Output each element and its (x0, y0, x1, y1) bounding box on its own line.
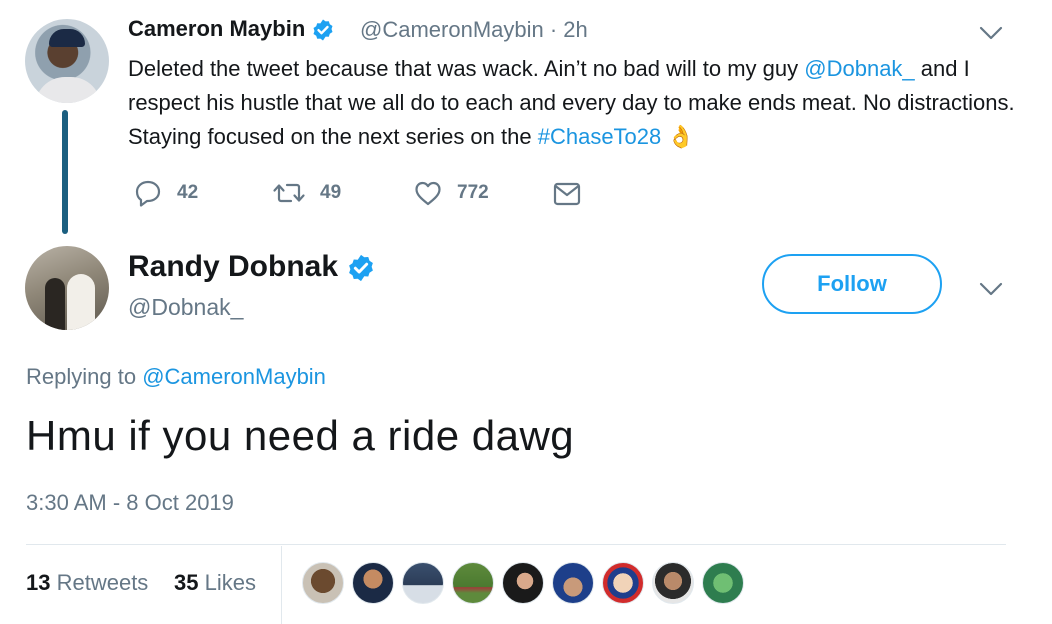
direct-message-action[interactable] (552, 180, 582, 208)
tweet-timestamp[interactable]: 3:30 AM - 8 Oct 2019 (26, 490, 234, 516)
parent-tweet-text: Deleted the tweet because that was wack.… (128, 52, 1018, 154)
reply-action[interactable]: 42 (133, 178, 198, 208)
replying-to-line: Replying to @CameronMaybin (26, 364, 326, 390)
retweet-icon[interactable] (272, 178, 306, 208)
main-author-handle[interactable]: @Dobnak_ (128, 294, 243, 321)
main-tweet-text: Hmu if you need a ride dawg (26, 412, 575, 459)
ok-hand-emoji: 👌 (667, 124, 695, 149)
main-author-name-row[interactable]: Randy Dobnak (128, 250, 376, 284)
retweets-label: Retweets (50, 570, 149, 595)
verified-badge-icon (349, 254, 374, 282)
liker-avatar-6[interactable] (552, 562, 594, 604)
main-author-avatar[interactable] (25, 246, 109, 330)
liker-avatar-3[interactable] (402, 562, 444, 604)
stats-divider (26, 544, 1006, 545)
follow-button[interactable]: Follow (762, 254, 942, 314)
verified-badge-icon (313, 19, 333, 41)
parent-author-avatar[interactable] (25, 19, 109, 103)
parent-author-name-row[interactable]: Cameron Maybin (128, 16, 335, 42)
parent-text-part-1: Deleted the tweet because that was wack.… (128, 56, 805, 81)
like-count: 772 (457, 182, 489, 203)
like-icon[interactable] (413, 178, 443, 208)
avatar-figure-groom (45, 278, 65, 330)
reply-count: 42 (177, 182, 199, 203)
parent-author-name[interactable]: Cameron Maybin (128, 16, 305, 41)
liker-avatar-7[interactable] (602, 562, 644, 604)
mention-link[interactable]: @Dobnak_ (804, 56, 914, 81)
avatar-jersey (35, 77, 101, 103)
like-action[interactable]: 772 (413, 178, 489, 208)
thread-connector-line (62, 110, 68, 234)
main-author-name[interactable]: Randy Dobnak (128, 250, 338, 283)
likes-stat-link[interactable]: 35 Likes (174, 570, 256, 596)
retweet-count: 49 (320, 182, 342, 203)
chevron-down-icon[interactable] (978, 24, 1004, 42)
stats-vertical-divider (281, 546, 282, 624)
reply-icon[interactable] (133, 178, 163, 208)
avatar-figure-bride (67, 274, 95, 330)
chevron-down-icon[interactable] (978, 280, 1004, 298)
avatar-cap (49, 29, 85, 47)
liker-avatar-9[interactable] (702, 562, 744, 604)
likes-count: 35 (174, 570, 199, 595)
replying-to-handle-link[interactable]: @CameronMaybin (142, 364, 326, 389)
liker-avatars (302, 562, 752, 604)
liker-avatar-1[interactable] (302, 562, 344, 604)
message-icon[interactable] (552, 180, 582, 208)
retweets-count: 13 (26, 570, 51, 595)
hashtag-link[interactable]: #ChaseTo28 (538, 124, 662, 149)
parent-handle-time[interactable]: @CameronMaybin · 2h (360, 17, 588, 43)
liker-avatar-8[interactable] (652, 562, 694, 604)
replying-to-prefix: Replying to (26, 364, 143, 389)
liker-avatar-4[interactable] (452, 562, 494, 604)
retweet-action[interactable]: 49 (272, 178, 341, 208)
likes-label: Likes (198, 570, 256, 595)
liker-avatar-5[interactable] (502, 562, 544, 604)
retweets-stat-link[interactable]: 13 Retweets (26, 570, 148, 596)
liker-avatar-2[interactable] (352, 562, 394, 604)
